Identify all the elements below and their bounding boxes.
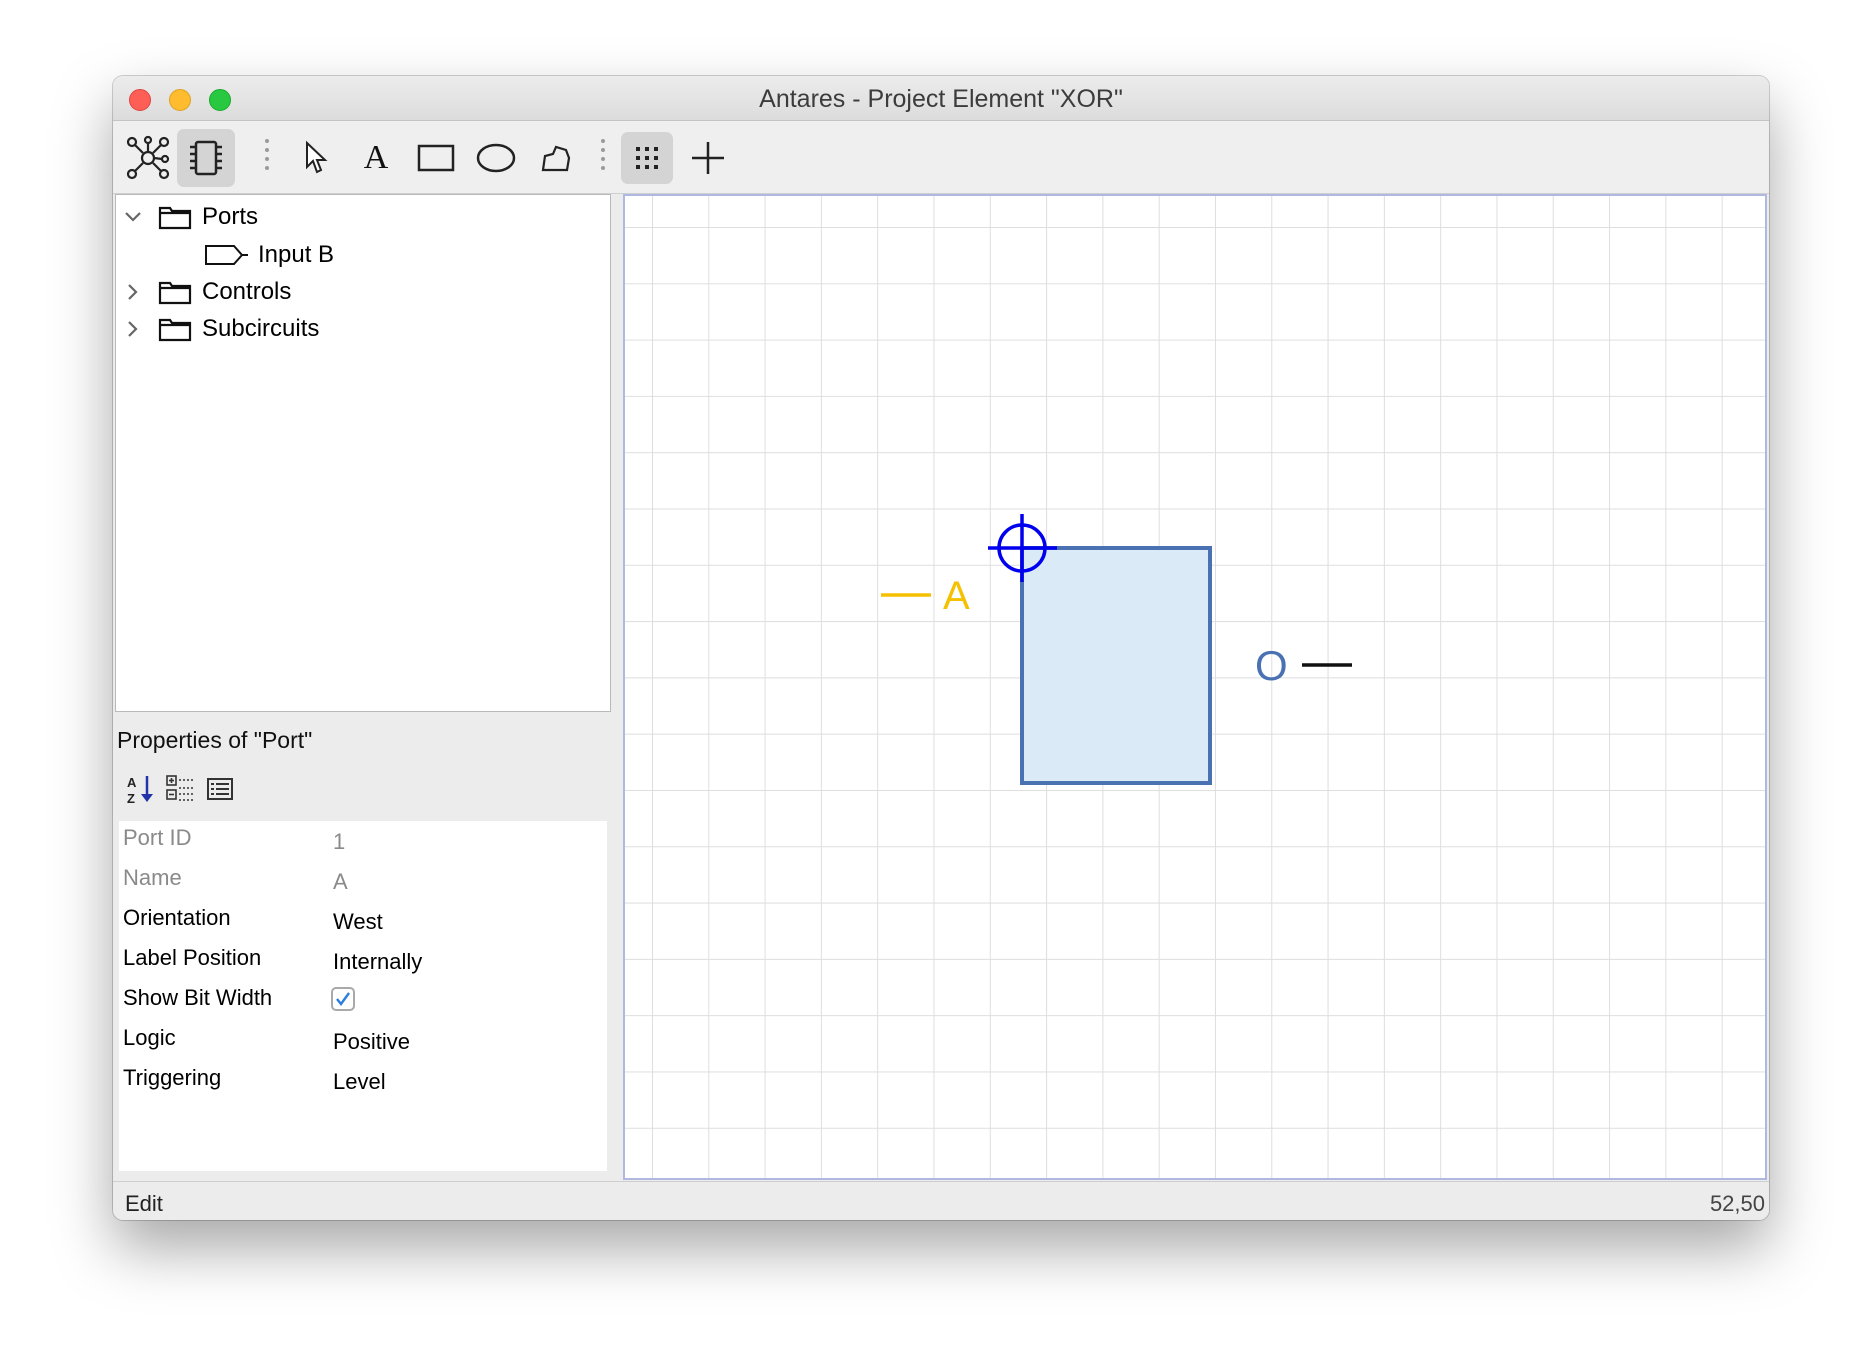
- property-name: Show Bit Width: [123, 985, 273, 1010]
- ellipse-tool-button[interactable]: [467, 129, 525, 187]
- checkmark-icon: [336, 992, 350, 1006]
- port-a-label[interactable]: A: [943, 574, 970, 618]
- property-value: A: [333, 869, 348, 894]
- element-tree: Ports Input B Controls Subcircuits: [115, 194, 611, 712]
- symbol-view-button[interactable]: [177, 129, 235, 187]
- label-position-select[interactable]: Internally: [333, 949, 422, 975]
- text-tool-icon: A: [363, 139, 389, 176]
- properties-table: Port ID 1 Name A Orientation West Label …: [119, 821, 607, 1171]
- symbol-canvas[interactable]: A O: [623, 194, 1767, 1180]
- properties-title: Properties of "Port": [117, 727, 313, 753]
- tree-item-label: Ports: [202, 203, 259, 230]
- property-name: Triggering: [123, 1065, 222, 1090]
- property-row-port-id: Port ID 1: [119, 821, 607, 861]
- tree-item-label: Input B: [258, 241, 335, 268]
- text-tool-button[interactable]: A: [347, 129, 405, 187]
- svg-text:A: A: [127, 775, 137, 790]
- canvas-drawing[interactable]: A O: [625, 196, 1765, 1178]
- chevron-right-icon[interactable]: [120, 282, 146, 302]
- select-tool-button[interactable]: [287, 129, 345, 187]
- property-name: Name: [123, 865, 182, 890]
- network-view-button[interactable]: [119, 129, 177, 187]
- pointer-icon: [306, 140, 328, 174]
- tree-item-controls[interactable]: Controls: [120, 272, 291, 312]
- folder-icon: [158, 318, 192, 342]
- property-name: Logic: [123, 1025, 176, 1050]
- chevron-down-icon[interactable]: [120, 210, 146, 224]
- property-row-logic[interactable]: Logic Positive: [119, 1021, 607, 1061]
- status-coordinates: 52,50: [1709, 1191, 1765, 1216]
- orientation-select[interactable]: West: [333, 909, 383, 935]
- ellipse-icon: [476, 143, 516, 173]
- status-mode: Edit: [125, 1191, 163, 1216]
- tree-item-ports[interactable]: Ports: [120, 197, 258, 237]
- toolbar-separator: [265, 139, 269, 179]
- origin-toggle-button[interactable]: [679, 129, 737, 187]
- property-name: Orientation: [123, 905, 231, 930]
- app-window: Antares - Project Element "XOR" A Ports …: [113, 76, 1769, 1220]
- chevron-right-icon[interactable]: [120, 319, 146, 339]
- grid-toggle-button[interactable]: [621, 132, 673, 184]
- property-value: 1: [333, 829, 346, 854]
- toolbar-separator: [601, 139, 605, 179]
- tree-item-label: Subcircuits: [202, 315, 320, 342]
- sort-alphabetically-button[interactable]: A Z: [123, 772, 157, 806]
- toolbar: A: [113, 121, 1769, 194]
- categorized-icon: [166, 775, 193, 801]
- polygon-tool-button[interactable]: [527, 129, 585, 187]
- polygon-icon: [541, 145, 571, 172]
- folder-icon: [158, 281, 192, 305]
- list-view-button[interactable]: [203, 772, 237, 806]
- categorized-view-button[interactable]: [163, 772, 197, 806]
- port-icon: [205, 245, 248, 265]
- svg-text:Z: Z: [127, 791, 135, 805]
- chip-icon: [190, 140, 222, 176]
- crosshair-icon: [692, 142, 724, 174]
- folder-icon: [158, 206, 192, 230]
- network-icon: [126, 135, 170, 180]
- property-name: Port ID: [123, 825, 192, 850]
- status-bar: Edit 52,50: [113, 1181, 1769, 1220]
- property-row-show-bit-width[interactable]: Show Bit Width: [119, 981, 607, 1021]
- property-row-name: Name A: [119, 861, 607, 901]
- property-row-triggering[interactable]: Triggering Level: [119, 1061, 607, 1101]
- property-name: Label Position: [123, 945, 262, 970]
- show-bit-width-checkbox[interactable]: [331, 987, 355, 1011]
- property-row-orientation[interactable]: Orientation West: [119, 901, 607, 941]
- port-o-label[interactable]: O: [1255, 642, 1288, 689]
- symbol-body[interactable]: [1020, 546, 1212, 785]
- title-bar: Antares - Project Element "XOR": [113, 76, 1769, 121]
- triggering-select[interactable]: Level: [333, 1069, 386, 1095]
- logic-select[interactable]: Positive: [333, 1029, 410, 1055]
- list-icon: [207, 778, 233, 800]
- rectangle-tool-button[interactable]: [407, 129, 465, 187]
- window-title: Antares - Project Element "XOR": [759, 85, 1123, 113]
- tree-item-label: Controls: [202, 278, 292, 305]
- tree-item-input-b[interactable]: Input B: [204, 235, 334, 275]
- rectangle-icon: [417, 144, 455, 172]
- property-row-label-position[interactable]: Label Position Internally: [119, 941, 607, 981]
- sort-alpha-icon: A Z: [127, 775, 153, 805]
- tree-item-subcircuits[interactable]: Subcircuits: [120, 309, 319, 349]
- grid-icon: [636, 147, 658, 169]
